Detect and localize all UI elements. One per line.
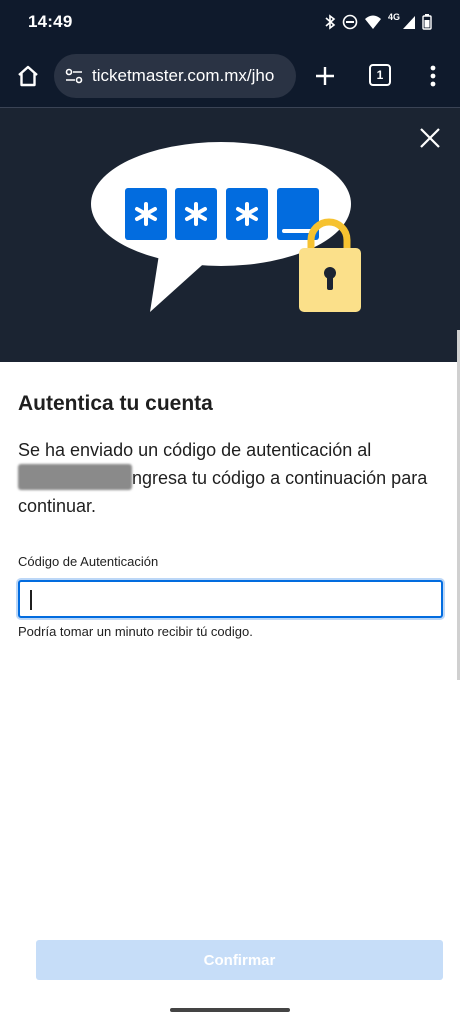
plus-icon <box>316 67 334 85</box>
description-line-1: Se ha enviado un código de autenticación… <box>18 440 372 460</box>
auth-code-input[interactable] <box>18 580 443 618</box>
more-vert-icon <box>430 65 436 87</box>
home-button[interactable] <box>14 62 42 90</box>
code-field-label: Código de Autenticación <box>18 554 159 569</box>
status-icons: 4G <box>324 12 432 32</box>
site-settings-icon[interactable] <box>62 64 86 88</box>
wifi-icon <box>364 14 382 30</box>
text-caret <box>30 590 32 610</box>
url-text: ticketmaster.com.mx/jho <box>92 66 275 85</box>
tab-switcher-button[interactable]: 1 <box>369 64 391 86</box>
network-type: 4G <box>387 12 400 22</box>
battery-icon <box>422 14 432 30</box>
page-title: Autentica tu cuenta <box>18 392 213 415</box>
helper-text: Podría tomar un minuto recibir tú codigo… <box>18 624 253 639</box>
gesture-navigation-bar[interactable] <box>170 1008 290 1012</box>
home-icon <box>18 65 38 87</box>
close-icon <box>420 128 440 148</box>
do-not-disturb-icon <box>342 14 358 30</box>
hero-banner <box>0 108 460 362</box>
password-bubble-illustration <box>91 142 361 312</box>
redacted-phone <box>18 464 132 490</box>
new-tab-button[interactable] <box>311 62 339 90</box>
status-time: 14:49 <box>28 12 73 31</box>
confirm-button[interactable]: Confirmar <box>36 940 443 980</box>
cell-signal-icon <box>402 14 416 30</box>
bluetooth-icon <box>324 14 336 30</box>
description-text: Se ha enviado un código de autenticación… <box>18 436 446 520</box>
status-bar: 14:49 4G <box>0 0 460 44</box>
browser-menu-button[interactable] <box>422 62 444 90</box>
browser-toolbar: ticketmaster.com.mx/jho 1 <box>0 44 460 108</box>
close-button[interactable] <box>416 124 444 152</box>
address-bar[interactable]: ticketmaster.com.mx/jho <box>54 54 296 98</box>
